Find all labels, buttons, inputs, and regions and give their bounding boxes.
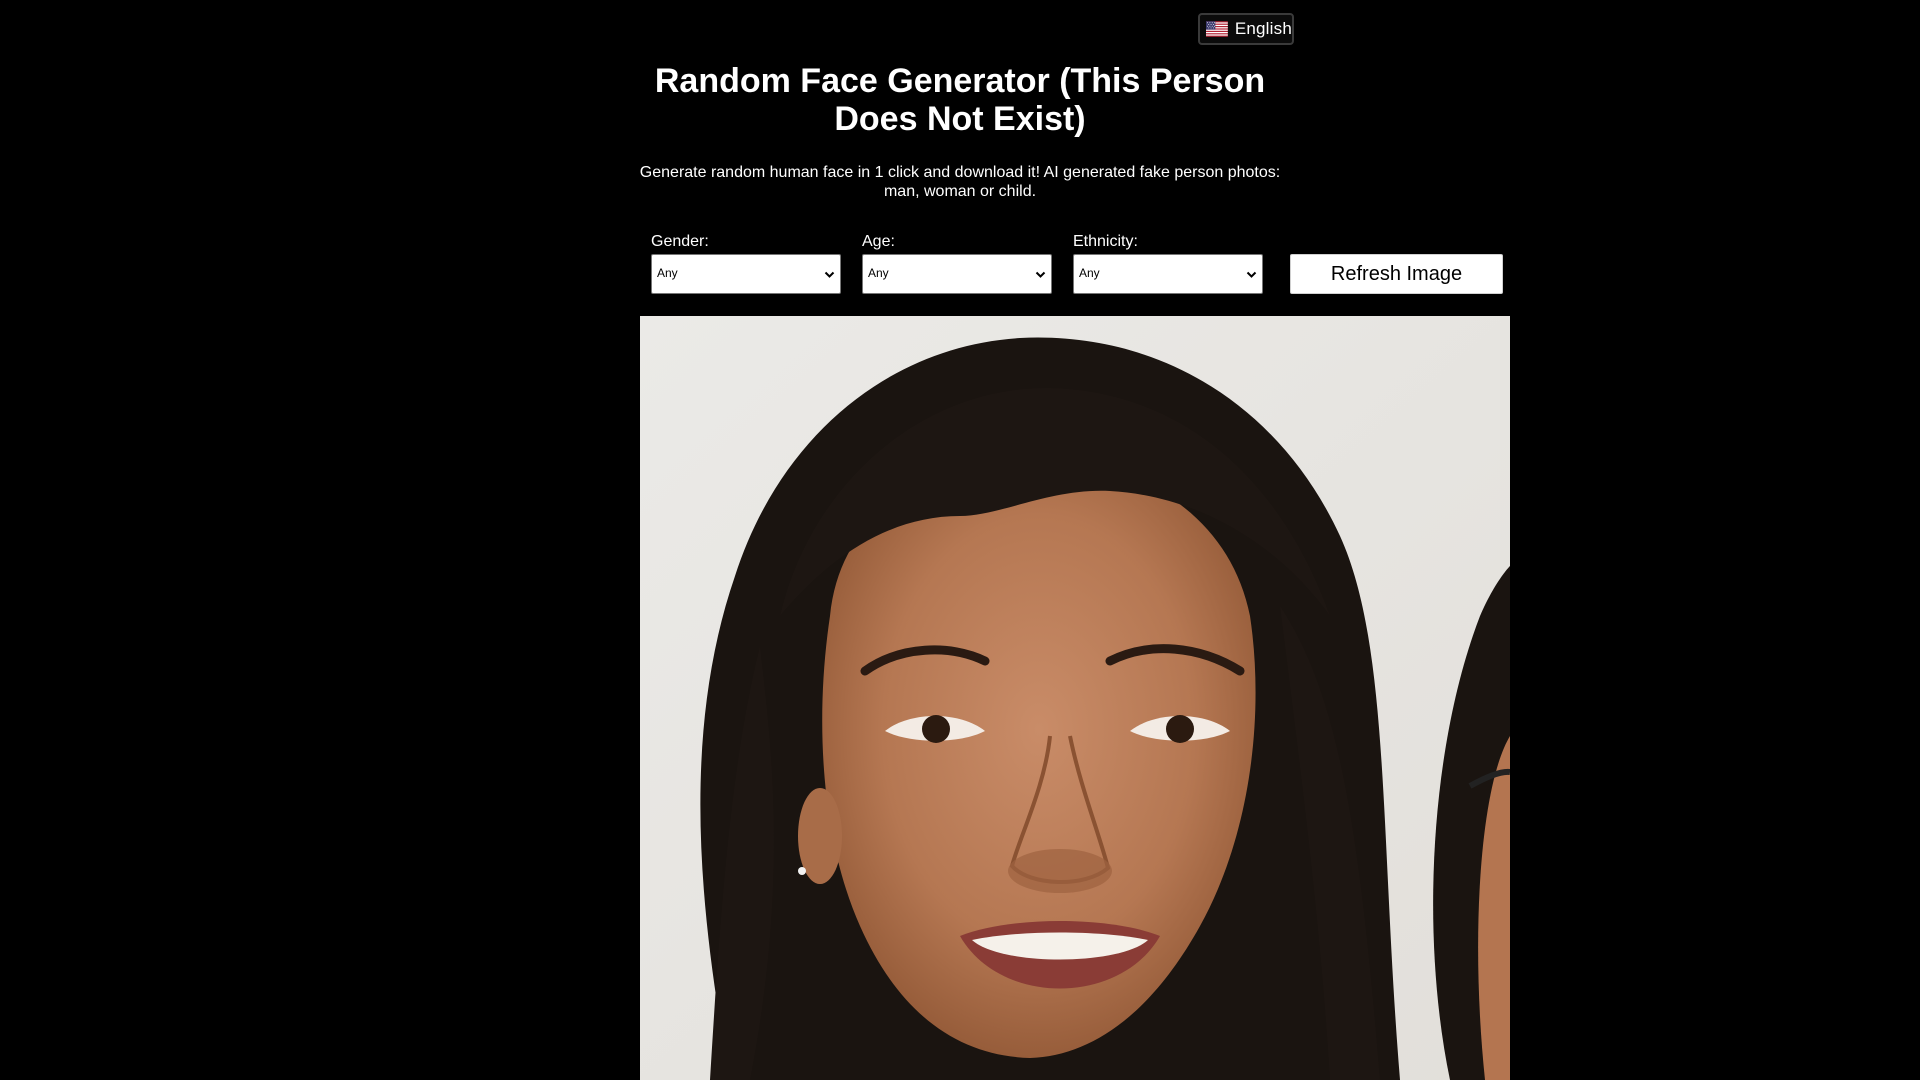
gender-field: Gender: Any xyxy=(651,232,841,294)
page-subtitle: Generate random human face in 1 click an… xyxy=(639,164,1281,200)
age-select[interactable]: Any xyxy=(862,254,1052,294)
ethnicity-select[interactable]: Any xyxy=(1073,254,1263,294)
page-title: Random Face Generator (This Person Does … xyxy=(654,62,1266,138)
page: English Random Face Generator (This Pers… xyxy=(0,0,1920,1080)
age-label: Age: xyxy=(862,233,895,250)
gender-select[interactable]: Any xyxy=(651,254,841,294)
ethnicity-label: Ethnicity: xyxy=(1073,233,1138,250)
generated-face-image xyxy=(640,316,1510,1080)
chevron-down-icon xyxy=(824,271,835,278)
language-label: English xyxy=(1234,19,1292,38)
language-selector[interactable]: English xyxy=(1198,13,1294,45)
age-field: Age: Any xyxy=(862,232,1052,294)
gender-select-value: Any xyxy=(657,266,678,280)
chevron-down-icon xyxy=(1246,271,1257,278)
chevron-down-icon xyxy=(1035,271,1046,278)
us-flag-icon xyxy=(1206,21,1228,37)
gender-label: Gender: xyxy=(651,233,709,250)
age-select-value: Any xyxy=(868,266,889,280)
ethnicity-select-value: Any xyxy=(1079,266,1100,280)
refresh-image-button[interactable]: Refresh Image xyxy=(1290,254,1503,294)
ethnicity-field: Ethnicity: Any xyxy=(1073,232,1263,294)
